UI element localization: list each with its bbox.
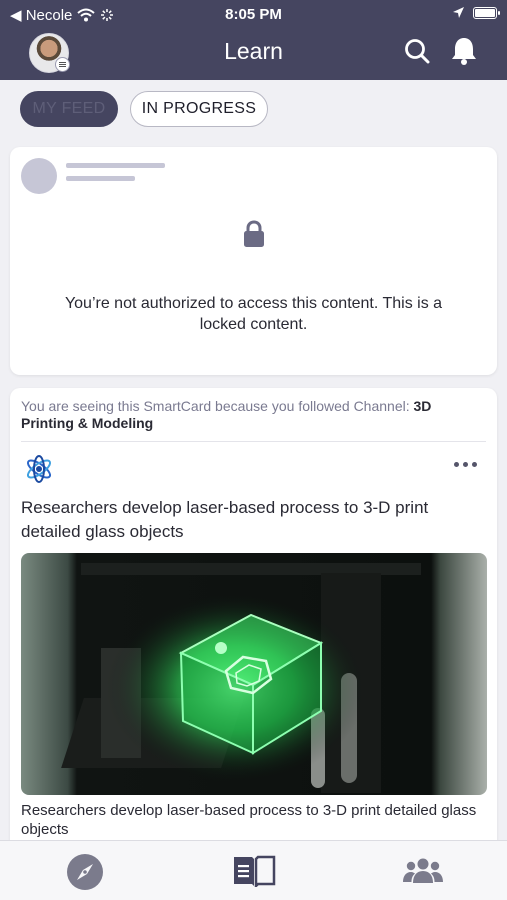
article-title[interactable]: Researchers develop laser-based process … bbox=[21, 496, 477, 544]
locked-content-message: You’re not authorized to access this con… bbox=[64, 295, 443, 333]
tab-my-feed[interactable]: MY FEED bbox=[20, 91, 118, 127]
placeholder-avatar bbox=[21, 158, 57, 194]
learn-book-icon[interactable] bbox=[232, 855, 276, 887]
battery-icon bbox=[473, 6, 500, 19]
tab-in-progress[interactable]: IN PROGRESS bbox=[130, 91, 268, 127]
smartcard-reason: You are seeing this SmartCard because yo… bbox=[21, 398, 486, 432]
teams-people-icon[interactable] bbox=[402, 858, 444, 884]
reason-prefix: You are seeing this SmartCard because yo… bbox=[21, 398, 414, 414]
more-options-icon[interactable] bbox=[454, 462, 482, 470]
bottom-navigation bbox=[0, 840, 507, 900]
source-atom-icon bbox=[26, 455, 52, 483]
search-icon[interactable] bbox=[404, 38, 430, 64]
top-bar: ◀ Necole 8:05 PM Learn bbox=[0, 0, 507, 80]
location-arrow-icon bbox=[453, 7, 464, 18]
smartcard[interactable]: You are seeing this SmartCard because yo… bbox=[10, 388, 497, 858]
divider bbox=[21, 441, 486, 442]
explore-compass-icon[interactable] bbox=[66, 853, 104, 891]
notification-bell-icon[interactable] bbox=[450, 36, 478, 66]
placeholder-line bbox=[66, 163, 165, 168]
glass-cube-photo bbox=[61, 563, 421, 793]
article-caption: Researchers develop laser-based process … bbox=[21, 802, 477, 838]
lock-icon bbox=[244, 220, 264, 247]
article-thumbnail[interactable] bbox=[21, 553, 487, 795]
placeholder-line bbox=[66, 176, 135, 181]
locked-content-card: You’re not authorized to access this con… bbox=[10, 147, 497, 375]
status-bar: ◀ Necole 8:05 PM bbox=[0, 0, 507, 28]
page-title: Learn bbox=[224, 38, 283, 64]
status-right bbox=[452, 6, 500, 19]
status-time: 8:05 PM bbox=[225, 6, 282, 23]
